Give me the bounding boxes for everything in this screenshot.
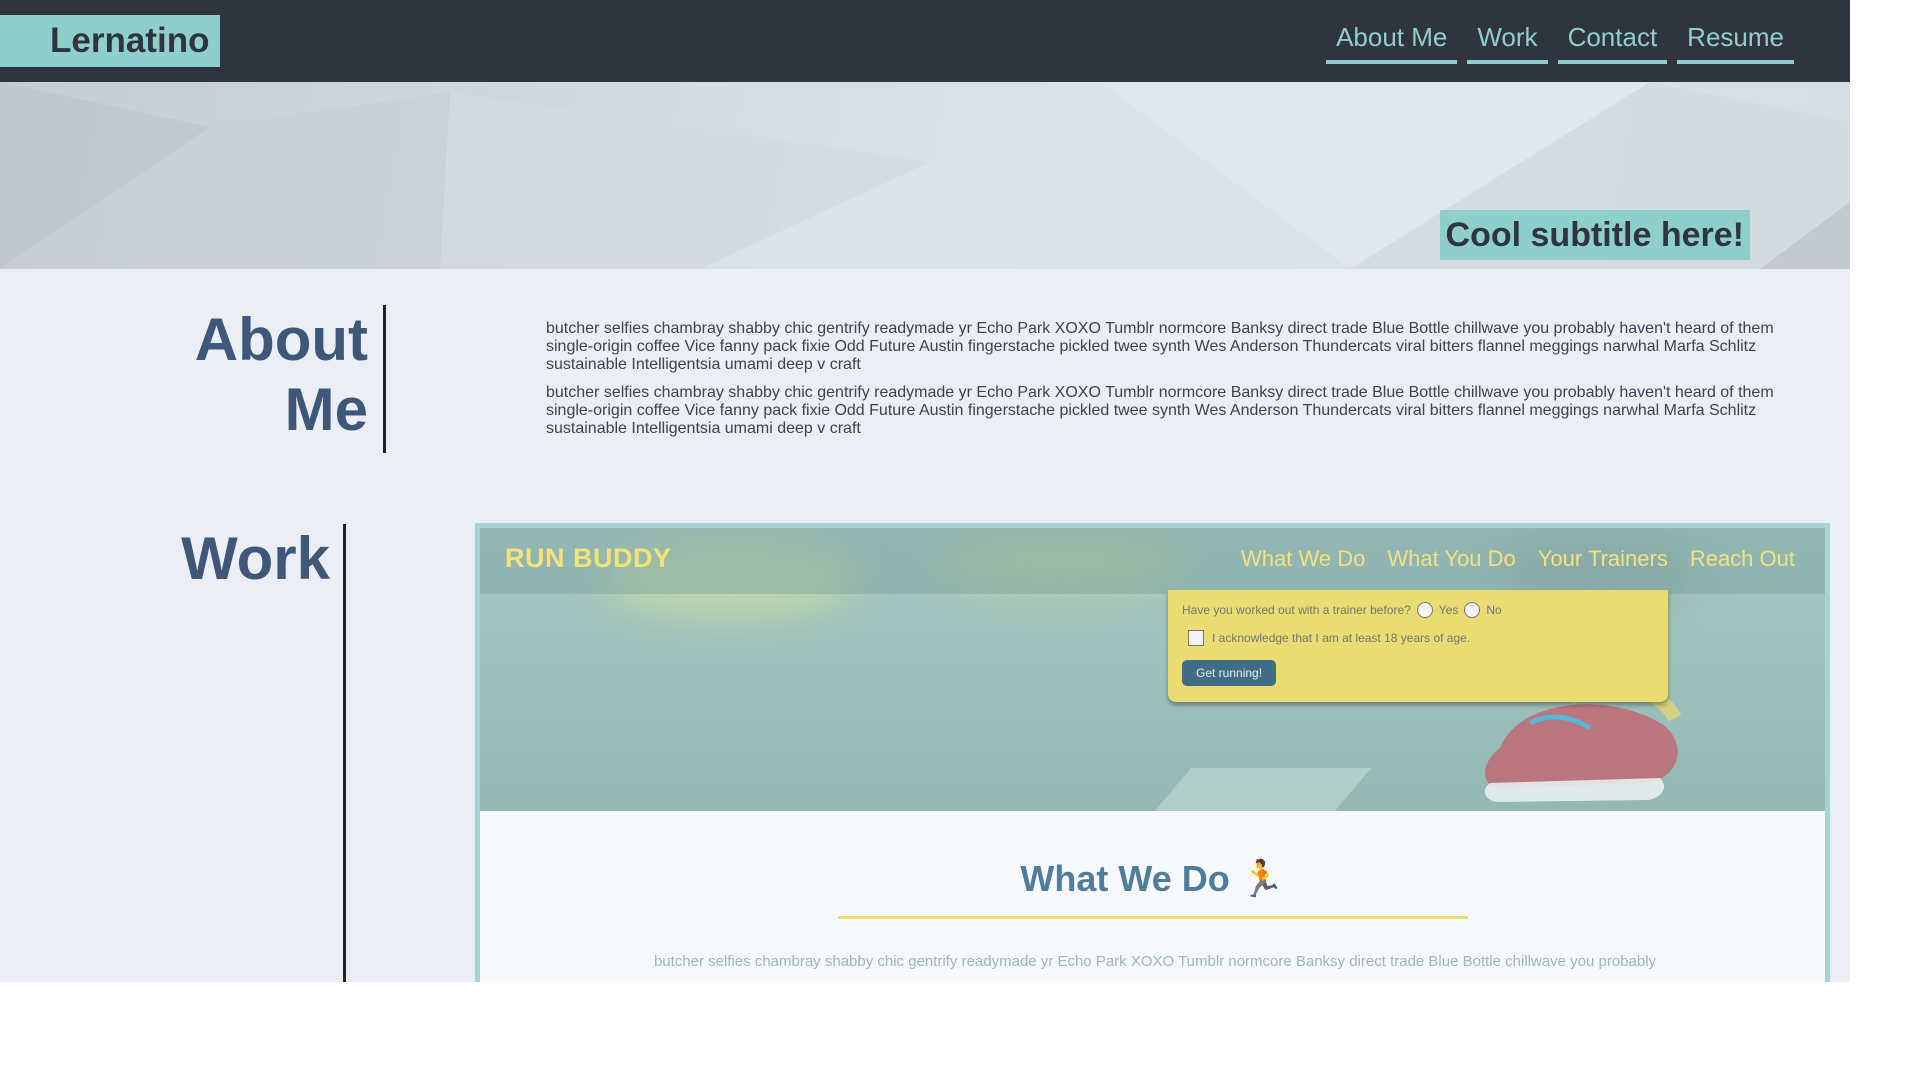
site-header: Lernatino About Me Work Contact Resume <box>0 0 1850 82</box>
project-section-title: What We Do 🏃 <box>480 858 1825 900</box>
nav-contact[interactable]: Contact <box>1557 18 1668 64</box>
about-paragraph: butcher selfies chambray shabby chic gen… <box>546 320 1774 373</box>
about-heading-line2: Me <box>284 376 368 443</box>
signup-form-card: Have you worked out with a trainer befor… <box>1168 590 1668 702</box>
main-nav: About Me Work Contact Resume <box>1326 18 1794 64</box>
section-underline <box>838 916 1468 919</box>
radio-no-label: No <box>1486 603 1502 617</box>
project-preview-run-buddy[interactable]: RUN BUDDY What We Do What You Do Your Tr… <box>475 523 1830 982</box>
trainer-question-row: Have you worked out with a trainer befor… <box>1182 602 1502 618</box>
age-checkbox[interactable] <box>1188 630 1204 646</box>
radio-yes-label: Yes <box>1438 603 1459 617</box>
about-heading-line1: About <box>194 306 368 373</box>
portfolio-page: Lernatino About Me Work Contact Resume C… <box>0 0 1850 982</box>
site-logo[interactable]: Lernatino <box>0 15 220 67</box>
hero-banner: Cool subtitle here! <box>0 82 1850 269</box>
acknowledge-label: I acknowledge that I am at least 18 year… <box>1212 631 1471 645</box>
project-brand[interactable]: RUN BUDDY <box>505 543 672 574</box>
project-nav-reach-out[interactable]: Reach Out <box>1690 546 1795 572</box>
section-title-text: What We Do <box>1020 858 1230 899</box>
radio-no[interactable] <box>1464 602 1481 618</box>
about-paragraph: butcher selfies chambray shabby chic gen… <box>546 384 1774 437</box>
nav-work[interactable]: Work <box>1467 18 1548 64</box>
acknowledge-row: I acknowledge that I am at least 18 year… <box>1188 630 1470 646</box>
runner-emoji-icon: 🏃 <box>1239 858 1285 899</box>
radio-yes[interactable] <box>1416 602 1433 618</box>
work-heading: Work <box>181 525 330 592</box>
work-divider <box>343 524 346 982</box>
road-marking <box>1149 768 1371 811</box>
project-nav-your-trainers[interactable]: Your Trainers <box>1538 546 1668 572</box>
project-hero-image: RUN BUDDY What We Do What You Do Your Tr… <box>480 528 1825 811</box>
project-section-text: butcher selfies chambray shabby chic gen… <box>653 953 1657 970</box>
project-nav-links: What We Do What You Do Your Trainers Rea… <box>1241 546 1795 572</box>
hero-subtitle: Cool subtitle here! <box>1439 210 1750 260</box>
about-text: butcher selfies chambray shabby chic gen… <box>546 320 1786 448</box>
get-running-button[interactable]: Get running! <box>1182 660 1277 686</box>
nav-resume[interactable]: Resume <box>1677 18 1794 64</box>
about-divider <box>383 305 386 453</box>
project-nav-what-you-do[interactable]: What You Do <box>1387 546 1515 572</box>
project-nav-what-we-do[interactable]: What We Do <box>1241 546 1365 572</box>
nav-about-me[interactable]: About Me <box>1326 18 1458 64</box>
about-heading: About Me <box>150 305 368 445</box>
trainer-question: Have you worked out with a trainer befor… <box>1182 603 1411 617</box>
project-navbar: RUN BUDDY What We Do What You Do Your Tr… <box>480 528 1825 594</box>
